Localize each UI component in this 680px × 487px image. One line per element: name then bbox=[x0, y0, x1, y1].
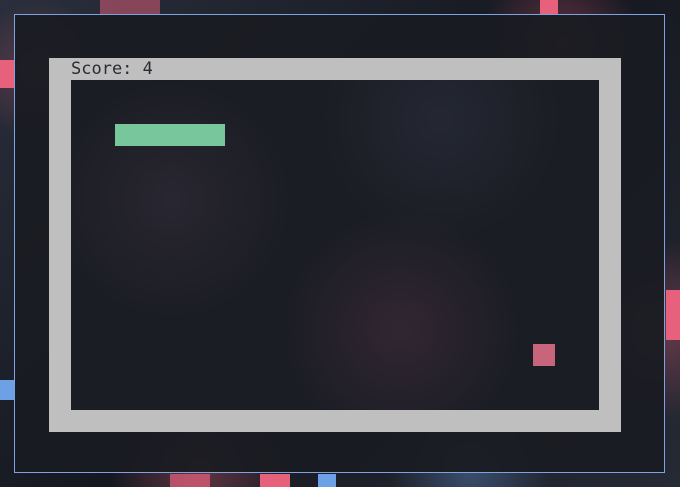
snake-head bbox=[203, 124, 225, 146]
wallpaper-decoration bbox=[260, 474, 290, 487]
game-window[interactable]: Score: 4 bbox=[14, 14, 665, 473]
wallpaper-decoration bbox=[666, 290, 680, 340]
score-label: Score: 4 bbox=[71, 59, 153, 79]
wallpaper-decoration bbox=[0, 60, 14, 88]
snake-segment bbox=[115, 124, 137, 146]
wallpaper-decoration bbox=[0, 380, 14, 400]
board-border: Score: 4 bbox=[49, 58, 621, 432]
food-pellet bbox=[533, 344, 555, 366]
wallpaper-decoration bbox=[100, 0, 160, 14]
wallpaper-decoration bbox=[540, 0, 558, 14]
snake-segment bbox=[137, 124, 159, 146]
wallpaper-decoration bbox=[170, 474, 210, 487]
playfield[interactable] bbox=[71, 80, 599, 410]
snake-segment bbox=[181, 124, 203, 146]
snake-segment bbox=[159, 124, 181, 146]
wallpaper-decoration bbox=[318, 474, 336, 487]
